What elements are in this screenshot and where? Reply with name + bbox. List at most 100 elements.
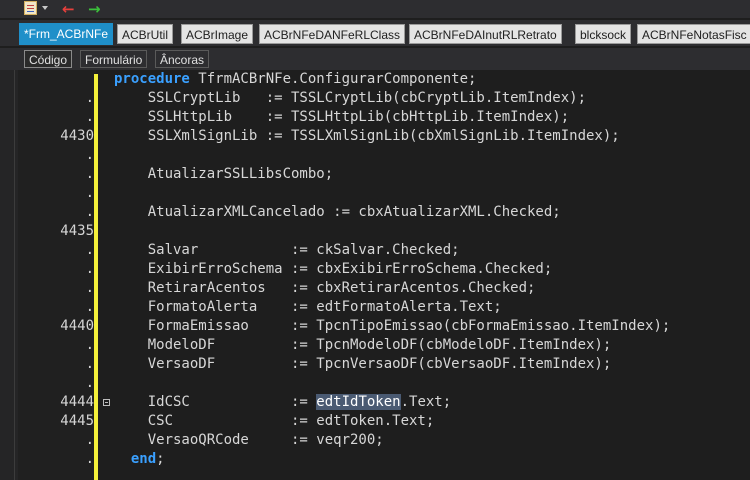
tab-blcksock[interactable]: blcksock [575, 24, 632, 44]
code-segment: FormaEmissao := TpcnTipoEmissao(cbFormaE… [114, 318, 671, 334]
code-editor[interactable]: procedure TfrmACBrNFe.ConfigurarComponen… [18, 70, 750, 480]
line-number: . [85, 337, 94, 353]
line-number: . [85, 185, 94, 201]
code-text: RetirarAcentos := cbxRetirarAcentos.Chec… [114, 279, 536, 298]
code-text: FormatoAlerta := edtFormatoAlerta.Text; [114, 298, 502, 317]
file-tab-bar: *Frm_ACBrNFe ACBrUtil ACBrImage ACBrNFeD… [0, 20, 750, 46]
code-segment: AtualizarSSLLibsCombo; [114, 166, 334, 182]
code-segment: FormatoAlerta := edtFormatoAlerta.Text; [114, 299, 502, 315]
code-segment: VersaoQRCode := veqr200; [114, 432, 384, 448]
code-line[interactable]: . FormatoAlerta := edtFormatoAlerta.Text… [18, 298, 750, 317]
code-line[interactable]: . SSLHttpLib := TSSLHttpLib(cbHttpLib.It… [18, 108, 750, 127]
code-line[interactable]: . ModeloDF := TpcnModeloDF(cbModeloDF.It… [18, 336, 750, 355]
selected-text: edtIdToken [316, 394, 401, 410]
line-number: 4445 [60, 413, 94, 429]
code-text: Salvar := ckSalvar.Checked; [114, 241, 460, 260]
line-number: . [85, 375, 94, 391]
tab-acbrnfenotasfisc[interactable]: ACBrNFeNotasFisc [637, 24, 750, 44]
code-segment: AtualizarXMLCancelado := cbxAtualizarXML… [114, 204, 561, 220]
left-panel-strip [0, 70, 18, 480]
code-line[interactable]: . VersaoQRCode := veqr200; [18, 431, 750, 450]
code-text: end; [114, 450, 165, 469]
code-line[interactable]: 4445 CSC := edtToken.Text; [18, 412, 750, 431]
code-segment: CSC := edtToken.Text; [114, 413, 435, 429]
tab-acbrnfedainutrlretrato[interactable]: ACBrNFeDAInutRLRetrato [409, 24, 562, 44]
code-text: ExibirErroSchema := cbxExibirErroSchema.… [114, 260, 553, 279]
tab-formulario[interactable]: Formulário [80, 50, 148, 68]
line-number: . [85, 166, 94, 182]
code-text: SSLXmlSignLib := TSSLXmlSignLib(cbXmlSig… [114, 127, 620, 146]
code-text: FormaEmissao := TpcnTipoEmissao(cbFormaE… [114, 317, 671, 336]
code-line[interactable]: . VersaoDF := TpcnVersaoDF(cbVersaoDF.It… [18, 355, 750, 374]
line-number: . [85, 432, 94, 448]
tab-acbrimage[interactable]: ACBrImage [181, 24, 254, 44]
code-line[interactable]: 4444 IdCSC := edtIdToken.Text; [18, 393, 750, 412]
forward-arrow-icon[interactable]: → [88, 1, 101, 17]
code-segment: ExibirErroSchema := cbxExibirErroSchema.… [114, 261, 553, 277]
tab-frm-acbrnfe[interactable]: *Frm_ACBrNFe [19, 23, 114, 45]
code-text: ModeloDF := TpcnModeloDF(cbModeloDF.Item… [114, 336, 612, 355]
line-number: 4435 [60, 223, 94, 239]
code-line[interactable]: . end; [18, 450, 750, 469]
code-line[interactable]: . Salvar := ckSalvar.Checked; [18, 241, 750, 260]
dropdown-arrow-icon[interactable] [42, 6, 48, 10]
code-text: procedure TfrmACBrNFe.ConfigurarComponen… [114, 70, 476, 89]
line-number: 4444 [60, 394, 94, 410]
code-text: IdCSC := edtIdToken.Text; [114, 393, 451, 412]
code-segment: TfrmACBrNFe.ConfigurarComponente; [189, 71, 477, 87]
code-segment: RetirarAcentos := cbxRetirarAcentos.Chec… [114, 280, 536, 296]
code-segment: SSLHttpLib := TSSLHttpLib(cbHttpLib.Item… [114, 109, 570, 125]
code-segment: Salvar := ckSalvar.Checked; [114, 242, 460, 258]
code-line[interactable]: . AtualizarXMLCancelado := cbxAtualizarX… [18, 203, 750, 222]
code-line[interactable]: 4440 FormaEmissao := TpcnTipoEmissao(cbF… [18, 317, 750, 336]
line-number: . [85, 204, 94, 220]
toolbar: ← → [0, 0, 750, 18]
code-line[interactable]: 4435 [18, 222, 750, 241]
code-line[interactable]: 4430 SSLXmlSignLib := TSSLXmlSignLib(cbX… [18, 127, 750, 146]
tab-ancoras[interactable]: Âncoras [155, 50, 210, 68]
line-number: . [85, 90, 94, 106]
line-number: . [85, 261, 94, 277]
code-text: SSLHttpLib := TSSLHttpLib(cbHttpLib.Item… [114, 108, 569, 127]
line-number: . [85, 299, 94, 315]
code-segment: IdCSC := [114, 394, 317, 410]
line-number: . [85, 356, 94, 372]
code-segment: VersaoDF := TpcnVersaoDF(cbVersaoDF.Item… [114, 356, 612, 372]
code-line[interactable]: procedure TfrmACBrNFe.ConfigurarComponen… [18, 70, 750, 89]
line-number: . [85, 280, 94, 296]
keyword: end [130, 451, 157, 467]
back-arrow-icon[interactable]: ← [62, 1, 75, 17]
tab-codigo[interactable]: Código [24, 50, 73, 68]
code-text: AtualizarXMLCancelado := cbxAtualizarXML… [114, 203, 561, 222]
code-segment: ; [156, 451, 165, 467]
line-number: 4440 [60, 318, 94, 334]
line-number: . [85, 451, 94, 467]
keyword: procedure [114, 71, 190, 87]
document-icon[interactable] [24, 1, 37, 15]
code-segment: ModeloDF := TpcnModeloDF(cbModeloDF.Item… [114, 337, 612, 353]
code-text: VersaoQRCode := veqr200; [114, 431, 384, 450]
code-line[interactable]: . [18, 146, 750, 165]
line-number: . [85, 109, 94, 125]
code-line[interactable]: . SSLCryptLib := TSSLCryptLib(cbCryptLib… [18, 89, 750, 108]
code-segment: SSLCryptLib := TSSLCryptLib(cbCryptLib.I… [114, 90, 587, 106]
code-segment: .Text; [400, 394, 452, 410]
view-tab-bar: Código Formulário Âncoras [0, 48, 750, 70]
code-text: SSLCryptLib := TSSLCryptLib(cbCryptLib.I… [114, 89, 586, 108]
tab-acbrutil[interactable]: ACBrUtil [117, 24, 174, 44]
line-number: 4430 [60, 128, 94, 144]
code-text: AtualizarSSLLibsCombo; [114, 165, 333, 184]
code-line[interactable]: . AtualizarSSLLibsCombo; [18, 165, 750, 184]
code-line[interactable]: . [18, 184, 750, 203]
code-segment: SSLXmlSignLib := TSSLXmlSignLib(cbXmlSig… [114, 128, 620, 144]
line-number: . [85, 242, 94, 258]
code-line[interactable]: . RetirarAcentos := cbxRetirarAcentos.Ch… [18, 279, 750, 298]
code-text: CSC := edtToken.Text; [114, 412, 435, 431]
code-text: VersaoDF := TpcnVersaoDF(cbVersaoDF.Item… [114, 355, 612, 374]
line-number: . [85, 147, 94, 163]
code-line[interactable]: . ExibirErroSchema := cbxExibirErroSchem… [18, 260, 750, 279]
fold-toggle-icon[interactable] [103, 399, 110, 406]
tab-acbrnfedanferlclass[interactable]: ACBrNFeDANFeRLClass [259, 24, 406, 44]
code-line[interactable]: . [18, 374, 750, 393]
